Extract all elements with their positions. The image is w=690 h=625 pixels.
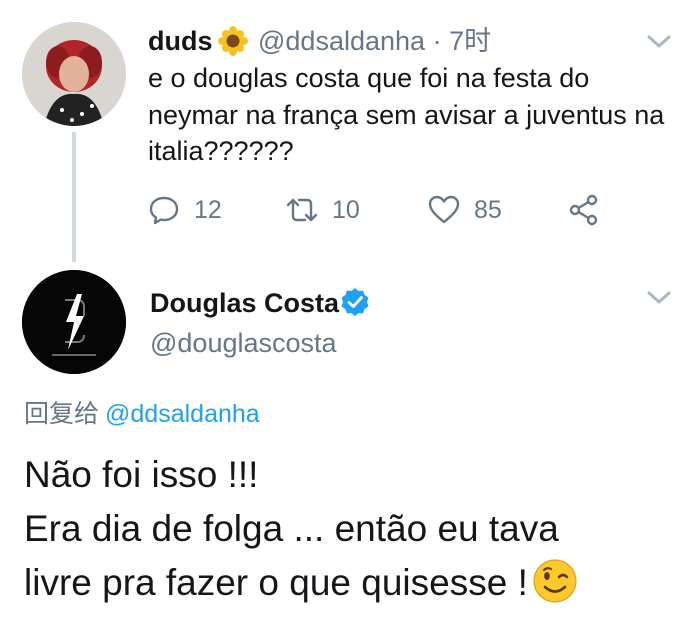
reply-line: livre pra fazer o que quisesse ! xyxy=(24,562,528,603)
reply-button[interactable]: 12 xyxy=(148,190,222,230)
share-icon xyxy=(569,194,598,226)
reply-line: Era dia de folga ... então eu tava xyxy=(24,508,559,549)
tweet-text: e o douglas costa que foi na festa do ne… xyxy=(148,63,665,166)
like-button[interactable]: 85 xyxy=(428,190,502,230)
avatar[interactable] xyxy=(22,270,126,374)
chevron-down-icon[interactable] xyxy=(646,290,672,306)
replying-label: 回复给 xyxy=(24,400,100,428)
author-name[interactable]: Douglas Costa xyxy=(150,286,339,320)
retweet-icon xyxy=(286,198,318,222)
heart-icon xyxy=(428,195,460,224)
author-handle-and-time[interactable]: @ddsaldanha · 7时 xyxy=(258,24,491,58)
verified-badge-icon xyxy=(341,288,369,316)
reply-icon xyxy=(149,196,179,225)
reply-line: Não foi isso !!! xyxy=(24,454,259,495)
user-photo xyxy=(22,22,126,126)
author-handle[interactable]: @douglascosta xyxy=(150,326,337,360)
chevron-down-icon[interactable] xyxy=(646,34,672,50)
tweet-actions: 12 10 85 xyxy=(148,190,618,230)
retweet-button[interactable]: 10 xyxy=(286,190,360,230)
share-button[interactable] xyxy=(568,190,600,230)
reply-line-with-emoji: livre pra fazer o que quisesse ! xyxy=(24,556,664,610)
winking-face-emoji-icon xyxy=(533,559,577,603)
tweet-time[interactable]: 7时 xyxy=(449,26,491,56)
time-separator: · xyxy=(432,26,442,56)
reply-count: 12 xyxy=(194,195,222,224)
replying-to: 回复给 @ddsaldanha xyxy=(24,398,260,430)
retweet-count: 10 xyxy=(332,195,360,224)
like-count: 85 xyxy=(474,195,502,224)
logo-avatar xyxy=(22,270,126,374)
author-name[interactable]: duds xyxy=(148,24,213,58)
thread-line xyxy=(72,132,76,262)
sunflower-emoji-icon xyxy=(218,26,248,56)
reply-text: Não foi isso !!! Era dia de folga ... en… xyxy=(24,448,664,610)
author-handle[interactable]: @ddsaldanha xyxy=(258,26,425,56)
replying-mention-link[interactable]: @ddsaldanha xyxy=(105,400,260,428)
avatar[interactable] xyxy=(22,22,126,126)
